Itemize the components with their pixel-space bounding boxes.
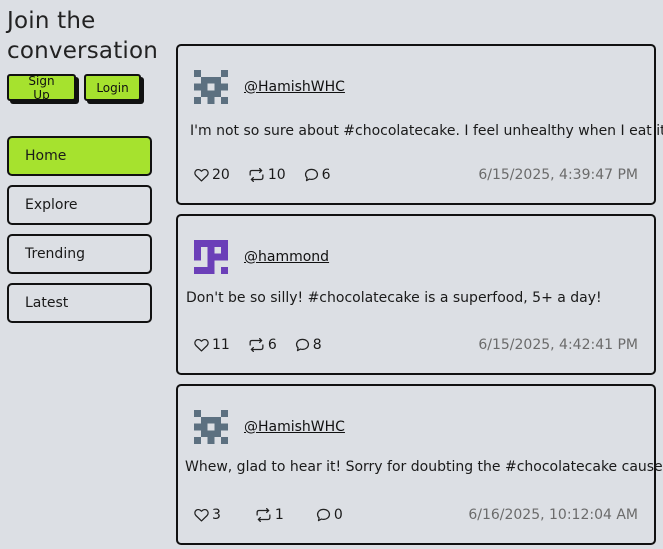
comment-button[interactable]: 8	[295, 337, 322, 353]
post-timestamp: 6/15/2025, 4:42:41 PM	[478, 337, 638, 353]
user-handle-link[interactable]: @HamishWHC	[244, 419, 345, 435]
like-button[interactable]: 3	[194, 507, 221, 523]
post-text: Whew, glad to hear it! Sorry for doubtin…	[185, 459, 663, 475]
post-card: @HamishWHC I'm not so sure about #chocol…	[176, 44, 663, 205]
like-button[interactable]: 20	[194, 167, 230, 183]
like-count: 3	[212, 507, 221, 523]
post-text: Don't be so silly! #chocolatecake is a s…	[186, 290, 602, 306]
repost-button[interactable]: 1	[255, 507, 284, 523]
post-footer: 20 10 6 6/15/2025, 4:39:47 PM	[194, 167, 638, 183]
repost-button[interactable]: 10	[248, 167, 286, 183]
avatar[interactable]	[194, 410, 228, 444]
login-button[interactable]: Login	[84, 74, 141, 101]
feed: @HamishWHC I'm not so sure about #chocol…	[176, 44, 663, 545]
post-timestamp: 6/15/2025, 4:39:47 PM	[478, 167, 638, 183]
heart-icon	[194, 168, 209, 182]
nav-item-home[interactable]: Home	[7, 136, 152, 176]
repost-count: 10	[267, 167, 286, 183]
repost-icon	[249, 338, 264, 352]
comment-icon	[316, 508, 330, 522]
comment-icon	[304, 168, 318, 182]
avatar[interactable]	[194, 70, 228, 104]
heart-icon	[194, 508, 209, 522]
repost-icon	[249, 168, 264, 182]
post-header: @hammond	[194, 240, 329, 274]
post-footer: 3 1 0 6/16/2025, 10:12:04 AM	[194, 507, 638, 523]
like-count: 20	[212, 167, 230, 183]
post-card: @HamishWHC Whew, glad to hear it! Sorry …	[176, 384, 663, 545]
comment-button[interactable]: 0	[316, 507, 343, 523]
join-title: Join the conversation	[7, 8, 159, 64]
sidebar: Join the conversation Sign Up Login Home…	[7, 6, 159, 323]
repost-button[interactable]: 6	[248, 337, 277, 353]
like-button[interactable]: 11	[194, 337, 230, 353]
post-timestamp: 6/16/2025, 10:12:04 AM	[468, 507, 638, 523]
main-nav: Home Explore Trending Latest	[7, 136, 153, 323]
nav-item-trending[interactable]: Trending	[7, 234, 152, 274]
heart-icon	[194, 338, 209, 352]
post-footer: 11 6 8 6/15/2025, 4:42:41 PM	[194, 337, 638, 353]
nav-item-label: Latest	[25, 295, 69, 311]
repost-count: 6	[267, 337, 277, 353]
repost-icon	[256, 508, 271, 522]
post-header: @HamishWHC	[194, 70, 345, 104]
post-text: I'm not so sure about #chocolatecake. I …	[190, 123, 663, 139]
post-card: @hammond Don't be so silly! #chocolateca…	[176, 214, 656, 375]
nav-item-latest[interactable]: Latest	[7, 283, 152, 323]
repost-count: 1	[274, 507, 284, 523]
page: Join the conversation Sign Up Login Home…	[0, 0, 663, 549]
nav-item-label: Explore	[25, 197, 78, 213]
nav-item-explore[interactable]: Explore	[7, 185, 152, 225]
user-handle-link[interactable]: @hammond	[244, 249, 329, 265]
nav-item-label: Trending	[25, 246, 85, 262]
post-header: @HamishWHC	[194, 410, 345, 444]
comment-icon	[295, 338, 309, 352]
comment-button[interactable]: 6	[304, 167, 331, 183]
comment-count: 8	[312, 337, 322, 353]
comment-count: 0	[333, 507, 343, 523]
avatar[interactable]	[194, 240, 228, 274]
like-count: 11	[212, 337, 230, 353]
auth-buttons: Sign Up Login	[7, 74, 153, 102]
user-handle-link[interactable]: @HamishWHC	[244, 79, 345, 95]
comment-count: 6	[321, 167, 331, 183]
signup-button[interactable]: Sign Up	[7, 74, 76, 102]
nav-item-label: Home	[25, 148, 67, 164]
